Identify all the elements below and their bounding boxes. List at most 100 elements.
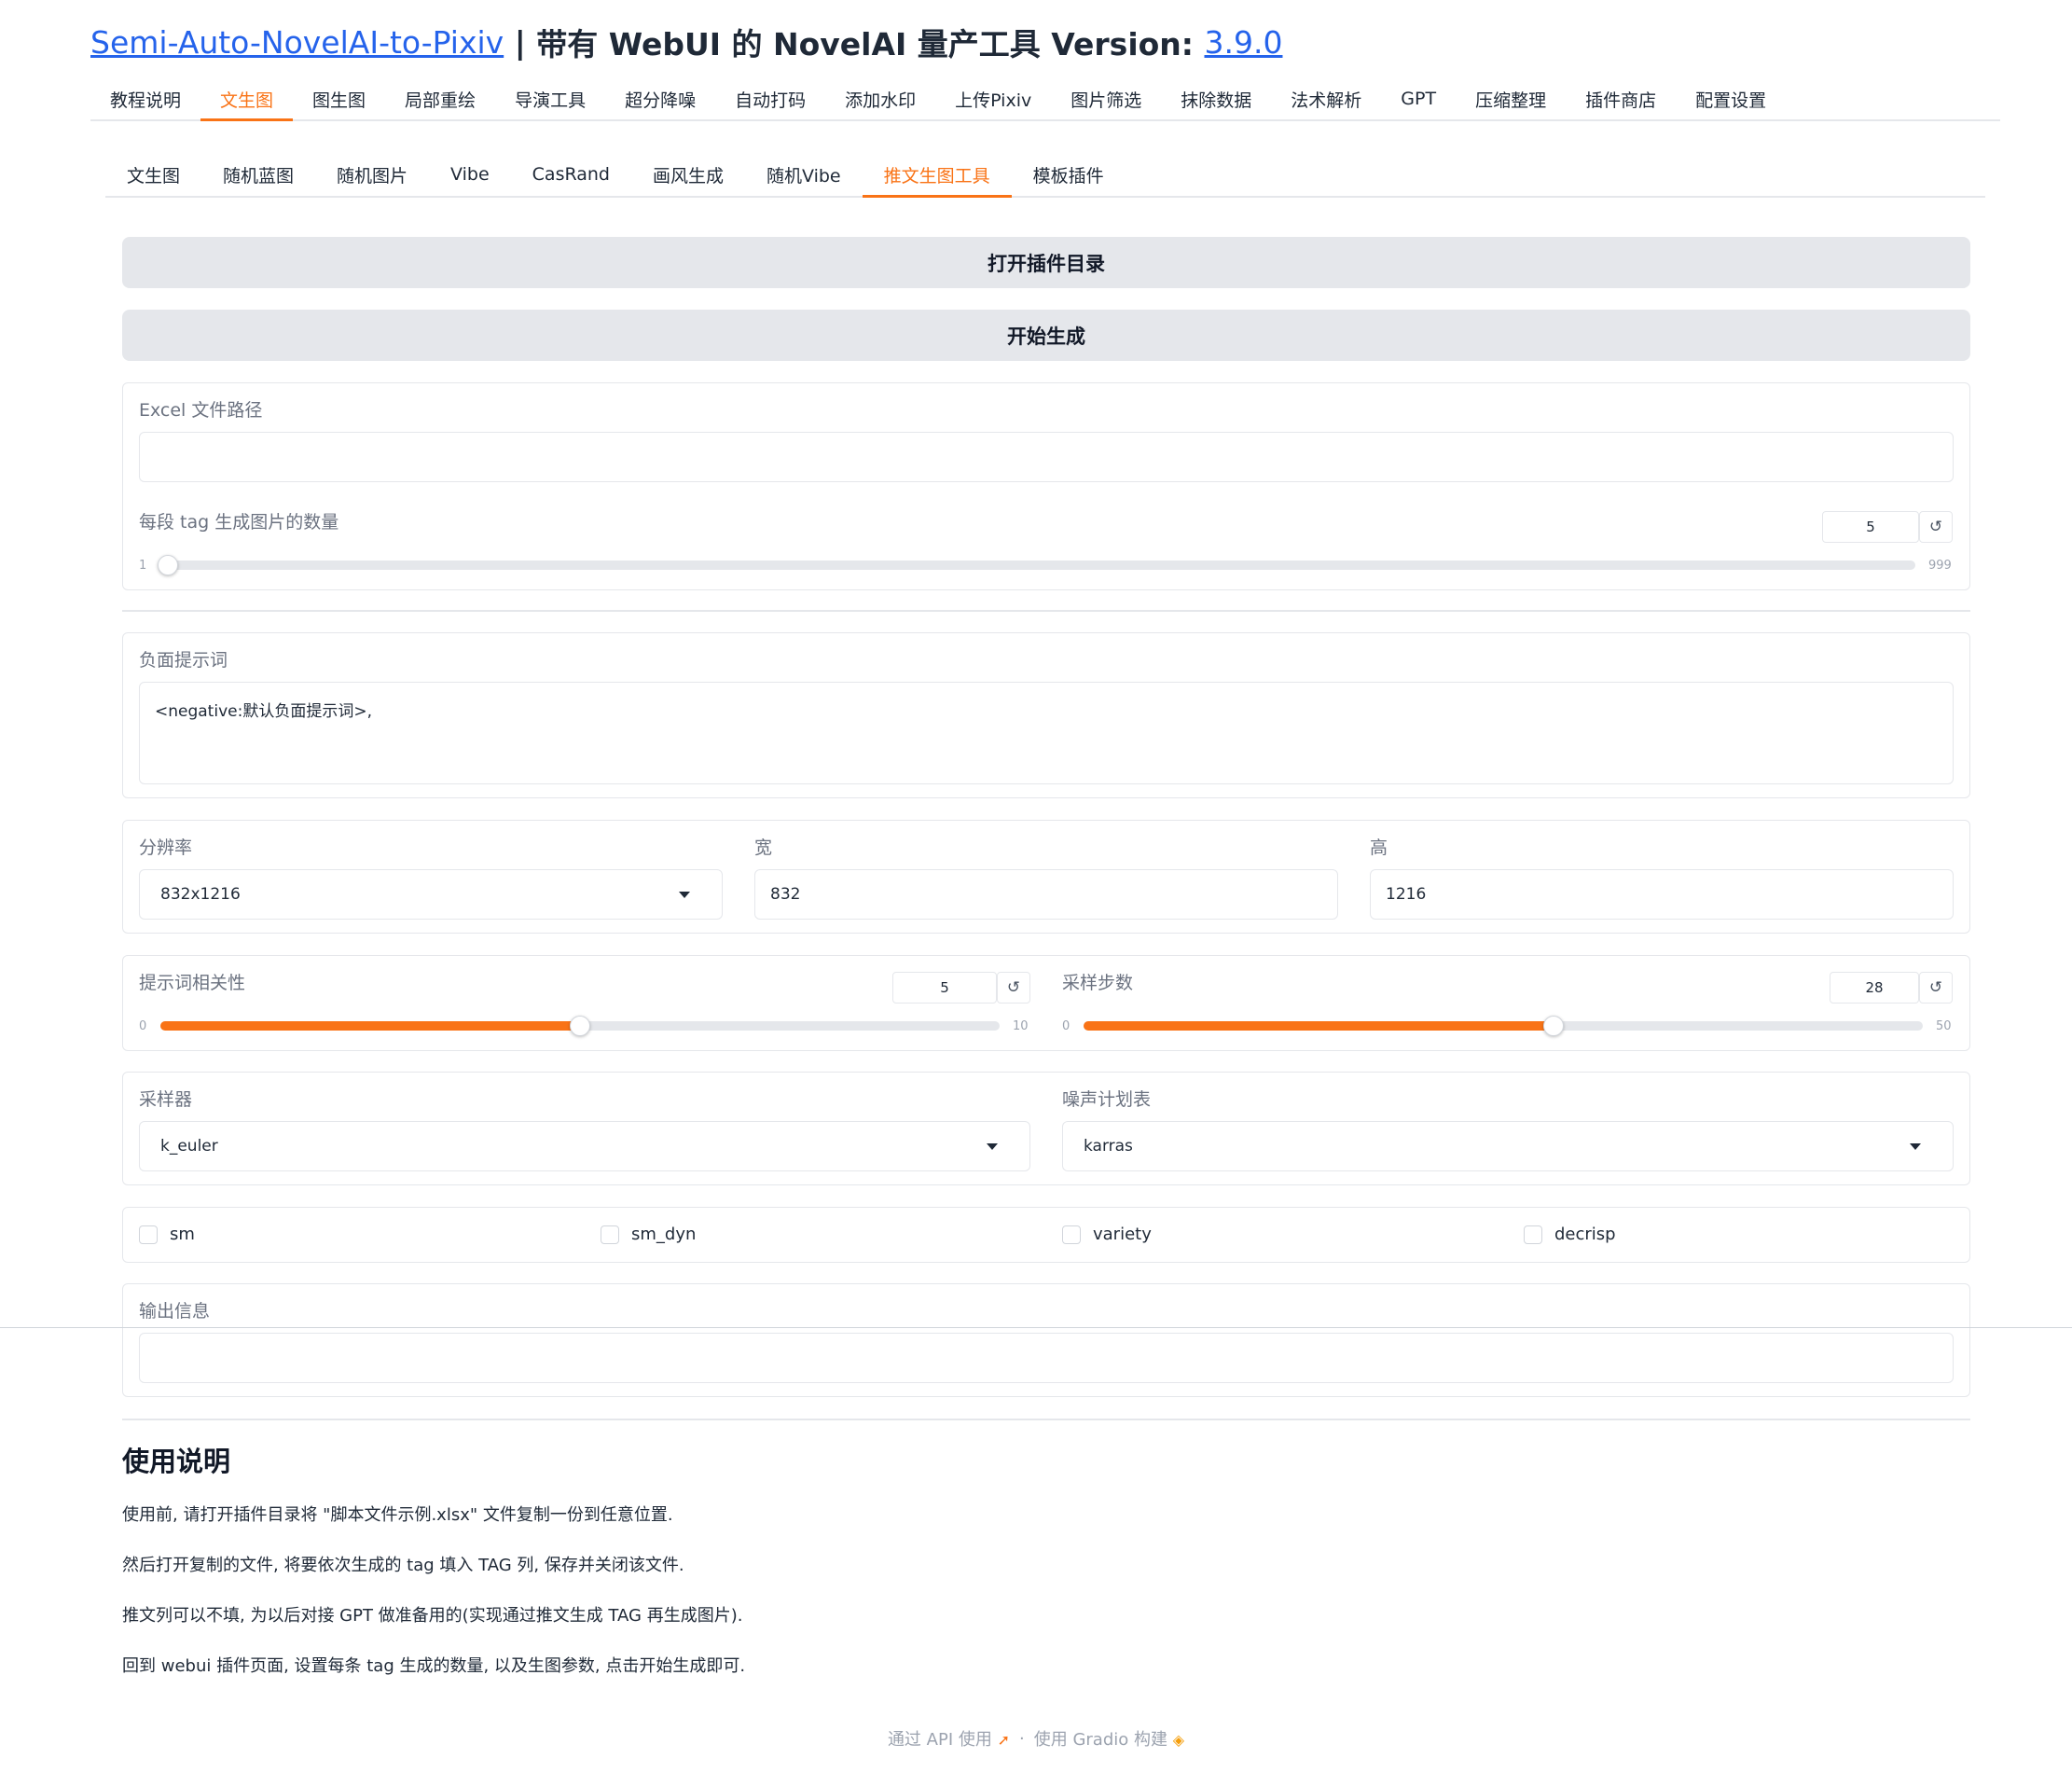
version-link[interactable]: 3.9.0 [1205,24,1283,61]
gradio-link-text: 使用 Gradio 构建 [1033,1730,1167,1750]
cfg-reset-button[interactable]: ↺ [997,972,1030,1004]
steps-min: 0 [1062,1019,1071,1033]
checkbox-variety[interactable]: variety [1062,1225,1152,1244]
per-tag-count-slider[interactable] [157,555,1915,575]
width-input[interactable]: 832 [754,869,1338,920]
output-textbox[interactable] [139,1333,1954,1383]
checkbox-label: variety [1093,1225,1152,1244]
project-link[interactable]: Semi-Auto-NovelAI-to-Pixiv [90,24,504,61]
steps-reset-button[interactable]: ↺ [1919,972,1953,1004]
resolution-dropdown[interactable]: 832x1216 [139,869,723,920]
resolution-value: 832x1216 [160,885,241,904]
main-tab-3[interactable]: 局部重绘 [385,78,495,119]
usage-paragraph: 回到 webui 插件页面, 设置每条 tag 生成的数量, 以及生图参数, 点… [122,1656,746,1676]
main-tab-4[interactable]: 导演工具 [495,78,605,119]
sub-tab-0[interactable]: 文生图 [105,153,201,196]
reset-icon: ↺ [1928,978,1943,997]
checkbox-box[interactable] [601,1225,619,1244]
sub-tab-7[interactable]: 推文生图工具 [862,153,1012,198]
chevron-down-icon [987,1143,998,1150]
excel-path-label: Excel 文件路径 [139,400,263,421]
width-label: 宽 [754,838,773,858]
sub-tab-5[interactable]: 画风生成 [631,153,745,196]
reset-icon: ↺ [1928,518,1943,536]
height-label: 高 [1370,838,1388,858]
slider-thumb[interactable] [1543,1016,1564,1036]
main-tab-10[interactable]: 抹除数据 [1161,78,1271,119]
checkbox-box[interactable] [139,1225,158,1244]
checkbox-label: decrisp [1554,1225,1616,1244]
sub-tab-3[interactable]: Vibe [429,153,511,196]
sampling-sliders-panel: 提示词相关性 5 ↺ 0 10 采样步数 28 ↺ 0 50 [122,955,1970,1051]
options-panel: sm sm_dyn variety decrisp [122,1207,1970,1263]
main-tab-1[interactable]: 文生图 [200,78,294,121]
per-tag-count-reset-button[interactable]: ↺ [1919,511,1953,543]
steps-slider[interactable] [1084,1016,1923,1036]
main-tab-14[interactable]: 插件商店 [1566,78,1676,119]
sampler-dropdown[interactable]: k_euler [139,1121,1030,1171]
usage-paragraph: 然后打开复制的文件, 将要依次生成的 tag 填入 TAG 列, 保存并关闭该文… [122,1556,684,1575]
checkbox-box[interactable] [1062,1225,1081,1244]
checkbox-sm-dyn[interactable]: sm_dyn [601,1225,696,1244]
main-tab-13[interactable]: 压缩整理 [1456,78,1566,119]
height-input[interactable]: 1216 [1370,869,1954,920]
steps-number[interactable]: 28 [1830,972,1919,1004]
section-divider [122,610,1970,612]
main-tab-11[interactable]: 法术解析 [1271,78,1381,119]
excel-panel: Excel 文件路径 每段 tag 生成图片的数量 5 ↺ 1 999 [122,382,1970,590]
per-tag-count-number[interactable]: 5 [1822,511,1919,543]
checkbox-label: sm_dyn [631,1225,697,1244]
sub-tab-bar: 文生图 随机蓝图 随机图片 Vibe CasRand 画风生成 随机Vibe 推文生图工具 模板… [105,153,1985,198]
checkbox-label: sm [170,1225,195,1244]
excel-path-input[interactable] [139,432,1954,482]
main-tab-2[interactable]: 图生图 [293,78,385,119]
main-tab-15[interactable]: 配置设置 [1676,78,1786,119]
sub-tab-4[interactable]: CasRand [511,153,631,196]
sub-tab-2[interactable]: 随机图片 [315,153,429,196]
usage-paragraph: 使用前, 请打开插件目录将 "脚本文件示例.xlsx" 文件复制一份到任意位置. [122,1505,673,1525]
usage-paragraph: 推文列可以不填, 为以后对接 GPT 做准备用的(实现通过推文生成 TAG 再生… [122,1606,743,1626]
sub-tab-8[interactable]: 模板插件 [1012,153,1126,196]
noise-schedule-label: 噪声计划表 [1062,1089,1152,1110]
slider-thumb[interactable] [570,1016,590,1036]
main-tab-9[interactable]: 图片筛选 [1051,78,1161,119]
main-tab-7[interactable]: 添加水印 [825,78,935,119]
main-tab-8[interactable]: 上传Pixiv [935,78,1051,119]
api-link[interactable]: 通过 API 使用 ➚ [888,1726,1010,1751]
output-label: 输出信息 [139,1301,211,1322]
slider-fill [1084,1021,1554,1031]
gradio-link[interactable]: 使用 Gradio 构建 ◈ [1034,1726,1184,1751]
resolution-panel: 分辨率 832x1216 宽 832 高 1216 [122,820,1970,934]
noise-schedule-dropdown[interactable]: karras [1062,1121,1954,1171]
resolution-label: 分辨率 [139,838,193,858]
sub-tab-6[interactable]: 随机Vibe [745,153,863,196]
viewport-divider [0,1327,2072,1328]
slider-fill [160,1021,580,1031]
checkbox-box[interactable] [1524,1225,1542,1244]
reset-icon: ↺ [1006,978,1021,997]
footer: 通过 API 使用 ➚ · 使用 Gradio 构建 ◈ [0,1726,2072,1751]
main-tab-12[interactable]: GPT [1381,78,1456,119]
negative-prompt-label: 负面提示词 [139,650,228,671]
slider-thumb[interactable] [157,555,178,575]
footer-dot: · [1019,1728,1025,1749]
sub-tab-1[interactable]: 随机蓝图 [201,153,315,196]
page-title: Semi-Auto-NovelAI-to-Pixiv | 带有 WebUI 的 … [90,19,1282,65]
start-generate-button[interactable]: 开始生成 [122,310,1970,361]
cfg-slider[interactable] [160,1016,1000,1036]
gradio-logo-icon: ◈ [1172,1731,1185,1749]
per-tag-count-max: 999 [1928,559,1952,573]
negative-prompt-textarea[interactable]: <negative:默认负面提示词>, [139,682,1954,784]
open-plugin-dir-button[interactable]: 打开插件目录 [122,237,1970,288]
section-divider [122,1419,1970,1420]
chevron-down-icon [679,892,690,898]
main-tab-5[interactable]: 超分降噪 [605,78,715,119]
main-tab-0[interactable]: 教程说明 [90,78,200,119]
title-separator: | [504,23,537,61]
main-tab-6[interactable]: 自动打码 [715,78,825,119]
checkbox-decrisp[interactable]: decrisp [1524,1225,1616,1244]
cfg-number[interactable]: 5 [892,972,997,1004]
checkbox-sm[interactable]: sm [139,1225,195,1244]
chevron-down-icon [1910,1143,1921,1150]
steps-label: 采样步数 [1062,973,1134,993]
